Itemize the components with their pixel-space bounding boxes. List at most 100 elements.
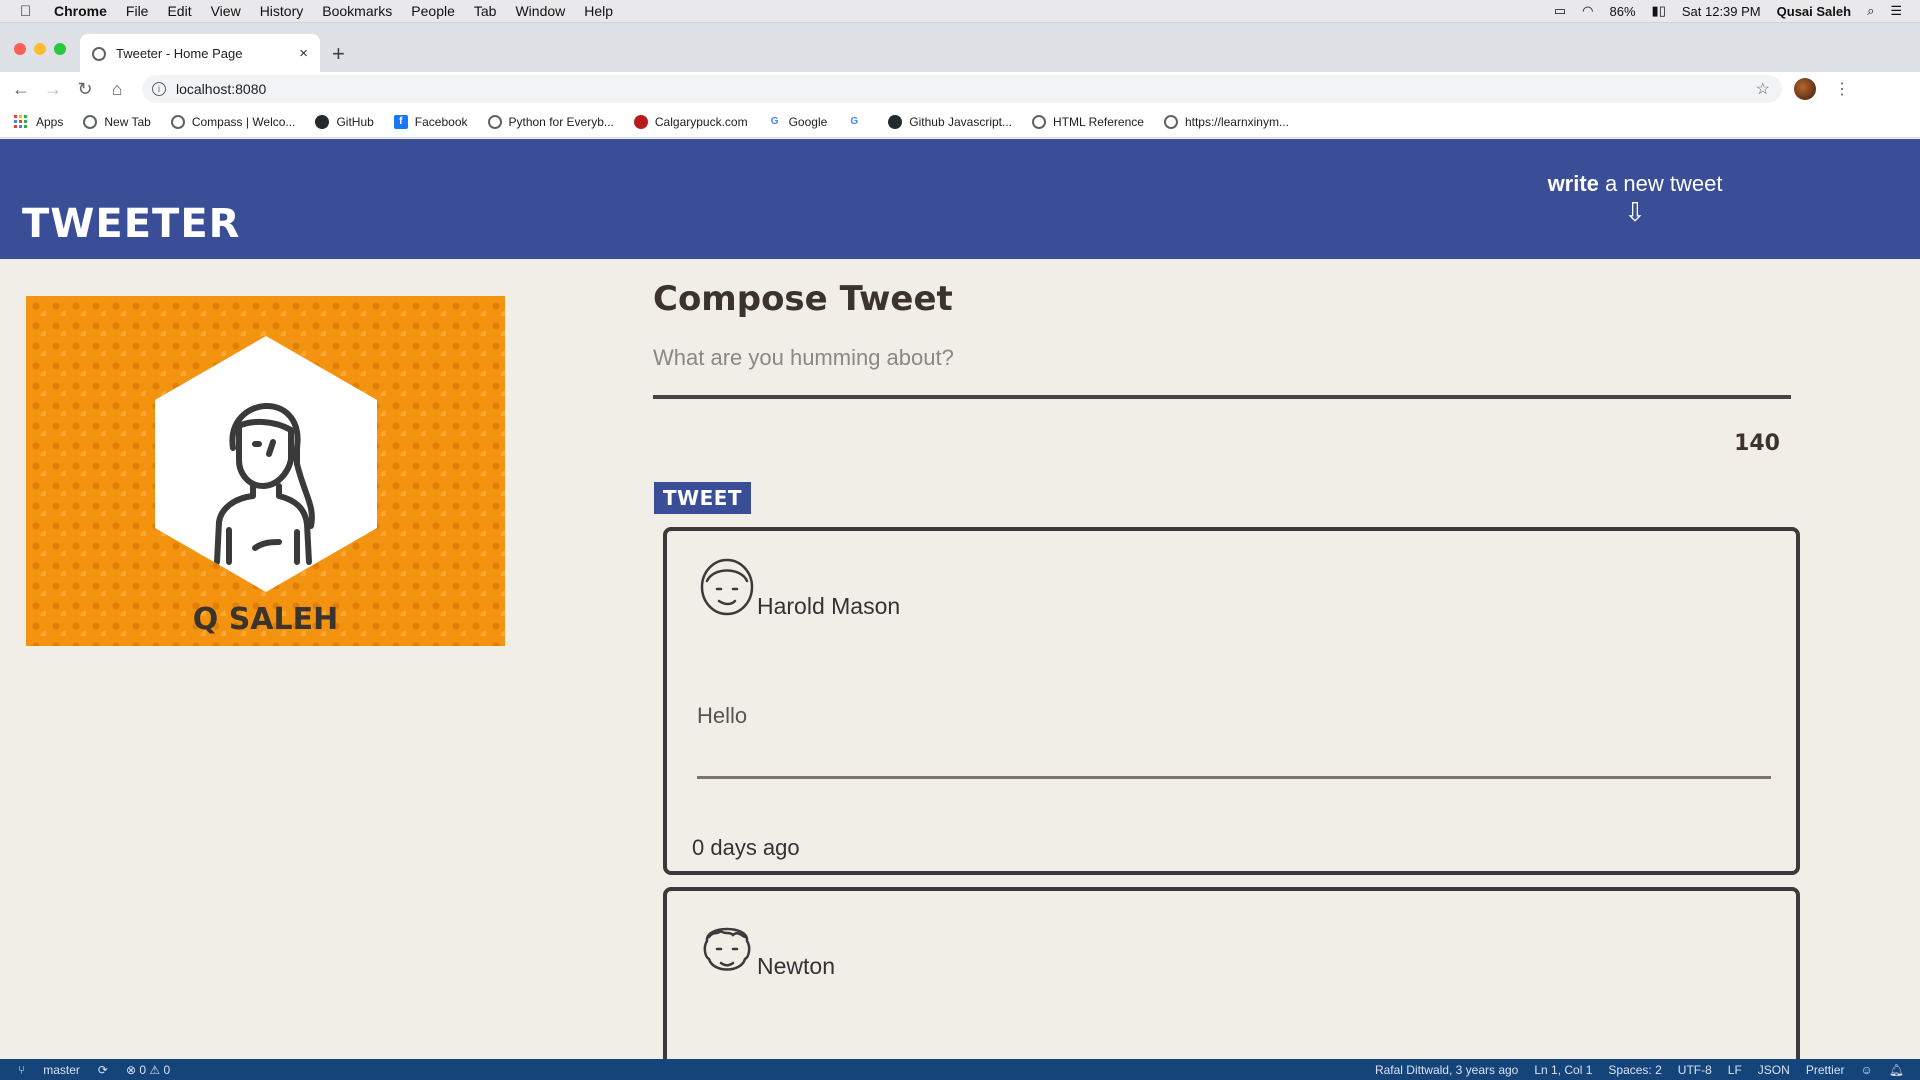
battery-icon[interactable]: ▮▯ — [1652, 3, 1666, 19]
tweet-text-input[interactable] — [653, 345, 1791, 399]
site-info-icon[interactable]: i — [152, 82, 166, 96]
compose-title: Compose Tweet — [653, 279, 953, 319]
bookmark-python[interactable]: Python for Everyb... — [487, 114, 614, 129]
bookmark-github[interactable]: GitHub — [315, 114, 374, 129]
tweet-content: Hello — [697, 703, 748, 728]
address-bar[interactable]: i localhost:8080 ☆ — [142, 75, 1782, 103]
status-bar-right: Rafal Dittwald, 3 years ago Ln 1, Col 1 … — [1375, 1063, 1920, 1077]
macos-menu-bar:  Chrome File Edit View History Bookmark… — [0, 0, 1920, 22]
profile-avatar[interactable] — [1794, 78, 1816, 100]
feedback-icon[interactable]: ☺ — [1861, 1063, 1873, 1077]
bookmark-learnxinym[interactable]: https://learnxinym... — [1163, 114, 1289, 129]
site-header: TWEETER write a new tweet ⇩ — [0, 139, 1920, 259]
globe-icon — [487, 114, 502, 129]
tab-title: Tweeter - Home Page — [116, 46, 243, 61]
forward-arrow-icon[interactable]: → — [42, 79, 64, 100]
editor-status-bar: ⑂ master ⟳ ⊗ 0 ⚠ 0 Rafal Dittwald, 3 yea… — [0, 1059, 1920, 1080]
problems-indicator[interactable]: ⊗ 0 ⚠ 0 — [126, 1063, 170, 1077]
profile-name: Q SALEH — [192, 602, 339, 637]
notification-center-icon[interactable]: ☰ — [1890, 3, 1902, 19]
bookmark-html-reference[interactable]: HTML Reference — [1032, 114, 1144, 129]
close-window-button[interactable] — [14, 43, 26, 55]
tweet-submit-button[interactable]: TWEET — [654, 482, 751, 514]
bell-icon[interactable]: 🔔︎ — [1889, 1063, 1904, 1077]
menu-people[interactable]: People — [411, 3, 455, 19]
sync-icon[interactable]: ⟳ — [98, 1063, 108, 1077]
bookmark-label: Compass | Welco... — [191, 114, 296, 129]
bookmark-label: Calgarypuck.com — [654, 114, 748, 129]
character-counter: 140 — [1734, 431, 1780, 456]
bookmark-github-javascript[interactable]: Github Javascript... — [888, 114, 1012, 129]
minimize-window-button[interactable] — [34, 43, 46, 55]
bookmark-label: Facebook — [414, 114, 468, 129]
tweet-timestamp: 0 days ago — [692, 835, 800, 860]
profile-card: Q SALEH — [26, 296, 505, 646]
git-branch[interactable]: master — [43, 1063, 80, 1077]
menu-bar-extras: ▭ ◠ 86% ▮▯ Sat 12:39 PM Qusai Saleh ⌕ ☰ — [1554, 3, 1920, 19]
airplay-icon[interactable]: ▭ — [1554, 3, 1566, 19]
spotlight-icon[interactable]: ⌕ — [1867, 3, 1874, 19]
wifi-icon[interactable]: ◠ — [1582, 3, 1593, 19]
google-icon: G — [850, 116, 859, 127]
menu-window[interactable]: Window — [515, 3, 565, 19]
menu-app-name[interactable]: Chrome — [54, 3, 107, 19]
menu-history[interactable]: History — [260, 3, 304, 19]
indentation[interactable]: Spaces: 2 — [1608, 1063, 1661, 1077]
tweet-card: Newton — [663, 887, 1800, 1080]
more-menu-icon[interactable]: ⋮ — [1834, 79, 1850, 99]
git-branch-icon[interactable]: ⑂ — [18, 1063, 25, 1077]
facebook-icon: f — [393, 114, 408, 129]
formatter[interactable]: Prettier — [1806, 1063, 1845, 1077]
home-icon[interactable]: ⌂ — [106, 79, 128, 100]
tab-close-icon[interactable]: × — [299, 45, 308, 62]
bookmark-label: Python for Everyb... — [508, 114, 614, 129]
reload-icon[interactable]: ↻ — [74, 79, 96, 100]
new-tab-button[interactable]: + — [332, 41, 345, 67]
language-mode[interactable]: JSON — [1758, 1063, 1790, 1077]
bookmark-label: GitHub — [336, 114, 374, 129]
bookmark-calgarypuck[interactable]: Calgarypuck.com — [633, 114, 748, 129]
calgarypuck-icon — [633, 114, 648, 129]
menu-help[interactable]: Help — [584, 3, 613, 19]
menu-bookmarks[interactable]: Bookmarks — [322, 3, 392, 19]
curly-hair-man-avatar-icon — [703, 927, 751, 971]
tweet-card: Harold Mason Hello 0 days ago — [663, 527, 1800, 875]
encoding[interactable]: UTF-8 — [1678, 1063, 1712, 1077]
bookmark-star-icon[interactable]: ☆ — [1756, 79, 1770, 99]
down-arrow-icon[interactable]: ⇩ — [1540, 199, 1730, 225]
web-page: TWEETER write a new tweet ⇩ Q SALEH Comp… — [0, 139, 1920, 1080]
menu-file[interactable]: File — [126, 3, 149, 19]
user-name[interactable]: Qusai Saleh — [1777, 4, 1851, 19]
bookmark-google-2[interactable]: G — [847, 115, 868, 129]
bookmark-facebook[interactable]: f Facebook — [393, 114, 468, 129]
zoom-window-button[interactable] — [54, 43, 66, 55]
apple-icon[interactable]:  — [20, 3, 40, 20]
menu-edit[interactable]: Edit — [167, 3, 191, 19]
github-icon — [888, 114, 903, 129]
bookmark-apps[interactable]: Apps — [14, 114, 64, 129]
browser-toolbar: ← → ↻ ⌂ i localhost:8080 ☆ ⋮ — [0, 72, 1920, 106]
battery-percent: 86% — [1609, 3, 1636, 19]
bookmark-new-tab[interactable]: New Tab — [83, 114, 151, 129]
globe-icon — [92, 46, 106, 61]
browser-tab-active[interactable]: Tweeter - Home Page × — [80, 34, 320, 73]
browser-tab-strip: Tweeter - Home Page × + — [0, 22, 1920, 73]
write-new-tweet-toggle[interactable]: write a new tweet ⇩ — [1540, 171, 1730, 225]
woman-avatar-icon — [214, 403, 315, 565]
address-url[interactable]: localhost:8080 — [176, 81, 266, 97]
clock[interactable]: Sat 12:39 PM — [1682, 4, 1761, 19]
line-ending[interactable]: LF — [1728, 1063, 1742, 1077]
bookmark-label: Google — [788, 114, 828, 129]
bookmark-compass[interactable]: Compass | Welco... — [170, 114, 296, 129]
globe-icon — [83, 114, 98, 129]
git-blame[interactable]: Rafal Dittwald, 3 years ago — [1375, 1063, 1518, 1077]
bookmark-label: Apps — [36, 114, 64, 129]
bookmarks-bar: Apps New Tab Compass | Welco... GitHub f… — [0, 106, 1920, 138]
cursor-position[interactable]: Ln 1, Col 1 — [1534, 1063, 1592, 1077]
github-icon — [315, 114, 330, 129]
write-rest-label: a new tweet — [1598, 171, 1723, 196]
bookmark-google[interactable]: G Google — [768, 115, 828, 129]
menu-tab[interactable]: Tab — [474, 3, 497, 19]
back-arrow-icon[interactable]: ← — [10, 79, 32, 100]
menu-view[interactable]: View — [211, 3, 241, 19]
